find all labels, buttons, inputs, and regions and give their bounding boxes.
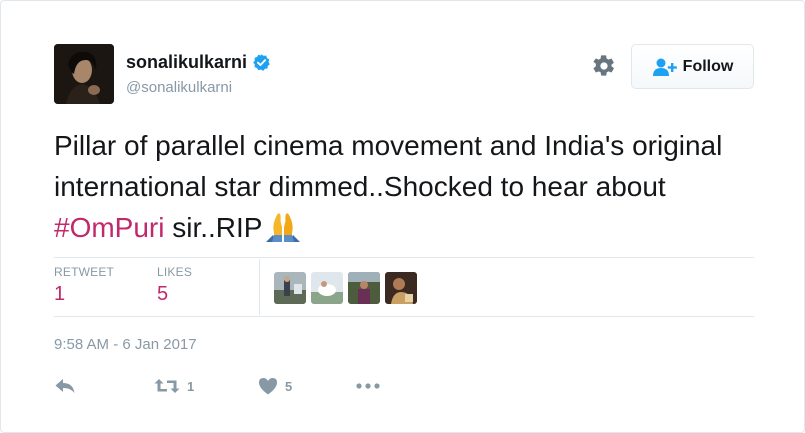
more-button[interactable]: [356, 383, 380, 389]
avatar[interactable]: [54, 44, 114, 104]
like-button[interactable]: 5: [258, 377, 292, 395]
likes-stat[interactable]: LIKES 5: [157, 265, 192, 306]
tweet-card: sonalikulkarni @sonalikulkarni Follow Pi…: [0, 0, 805, 433]
folded-hands-emoji-icon: [266, 213, 301, 242]
liker-avatar-4[interactable]: [385, 272, 417, 304]
stats-vertical-divider: [259, 259, 260, 315]
retweets-count: 1: [54, 283, 66, 305]
retweet-icon: [154, 379, 180, 393]
user-handle[interactable]: @sonalikulkarni: [126, 79, 232, 96]
liker-avatar-3[interactable]: [348, 272, 380, 304]
reply-button[interactable]: [54, 377, 76, 395]
display-name[interactable]: sonalikulkarni: [126, 52, 271, 73]
more-icon: [356, 383, 380, 389]
hashtag-link[interactable]: #OmPuri: [54, 212, 164, 243]
tweet-text-part-2: sir..RIP: [164, 212, 263, 243]
like-count: 5: [285, 378, 293, 394]
display-name-text[interactable]: sonalikulkarni: [126, 52, 247, 73]
retweets-label: RETWEET: [54, 265, 115, 279]
retweet-count: 1: [187, 378, 195, 394]
stats-divider-top: [54, 257, 754, 258]
likes-label: LIKES: [157, 265, 193, 279]
gear-icon[interactable]: [592, 54, 616, 78]
retweet-button[interactable]: 1: [154, 377, 194, 395]
tweet-text: Pillar of parallel cinema movement and I…: [54, 125, 774, 248]
stats-divider-bottom: [54, 316, 754, 317]
reply-icon: [55, 379, 75, 393]
liker-avatar-2[interactable]: [311, 272, 343, 304]
tweet-actions: 1 5: [54, 373, 454, 399]
liker-avatar-1[interactable]: [274, 272, 306, 304]
retweets-stat[interactable]: RETWEET 1: [54, 265, 114, 306]
follow-user-icon: [652, 58, 677, 76]
heart-icon: [259, 378, 277, 395]
likers-avatars: [274, 272, 417, 304]
likes-count: 5: [157, 283, 169, 305]
follow-button-label: Follow: [682, 57, 734, 75]
tweet-text-part-1: Pillar of parallel cinema movement and I…: [54, 130, 723, 202]
verified-badge-icon: [253, 54, 270, 71]
follow-button[interactable]: Follow: [631, 44, 754, 89]
tweet-timestamp[interactable]: 9:58 AM - 6 Jan 2017: [54, 336, 197, 353]
